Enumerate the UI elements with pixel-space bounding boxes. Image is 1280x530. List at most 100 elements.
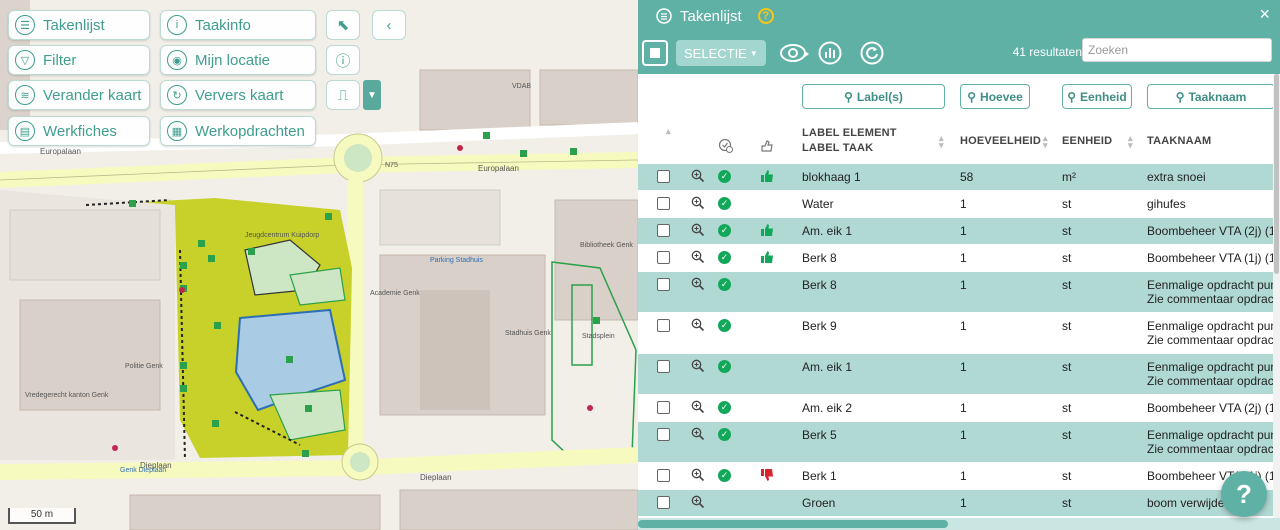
werkfiches-button[interactable]: ▤ Werkfiches: [8, 116, 150, 146]
search-input[interactable]: [1082, 38, 1272, 62]
mijn-locatie-button[interactable]: ◉ Mijn locatie: [160, 45, 316, 75]
thumbs-up-icon: [761, 224, 773, 236]
horizontal-scroll-thumb[interactable]: [638, 520, 948, 528]
verander-kaart-button[interactable]: ≋ Verander kaart: [8, 80, 150, 110]
status-ok-icon: ✓: [718, 170, 731, 183]
row-checkbox[interactable]: [657, 469, 670, 482]
refresh-icon: ↻: [167, 85, 187, 105]
vertical-scroll-thumb[interactable]: [1274, 74, 1279, 274]
pointer-icon: ⬉: [336, 17, 350, 34]
werkopdrachten-button[interactable]: ▦ Werkopdrachten: [160, 116, 316, 146]
filter-taaknaam-button[interactable]: ⚲ Taaknaam: [1147, 84, 1275, 109]
row-checkbox[interactable]: [657, 278, 670, 291]
zoom-to-icon[interactable]: [691, 359, 705, 373]
taakinfo-button[interactable]: i Taakinfo: [160, 10, 316, 40]
close-icon[interactable]: ×: [1259, 4, 1270, 25]
sort-eenheid-icon[interactable]: ▴ ▾: [1128, 134, 1133, 150]
select-pointer-button[interactable]: ⬉: [326, 10, 360, 40]
row-checkbox[interactable]: [657, 197, 670, 210]
filter-hoeveelheid-button[interactable]: ⚲ Hoevee: [960, 84, 1030, 109]
zoom-to-icon[interactable]: [691, 277, 705, 291]
cell-taaknaam-line1: Boombeheer VTA (1j) (1-12: [1147, 251, 1280, 265]
status-ok-icon: ✓: [718, 224, 731, 237]
sort-icon[interactable]: ▴: [666, 127, 671, 136]
square-icon: [650, 48, 660, 58]
sort-hoeveelheid-icon[interactable]: ▴ ▾: [1043, 134, 1048, 150]
filter-labels-button[interactable]: ⚲ Label(s): [802, 84, 945, 109]
cell-taaknaam: extra snoei: [1147, 170, 1206, 184]
row-checkbox[interactable]: [657, 360, 670, 373]
zoom-to-icon[interactable]: [691, 495, 705, 509]
table-row[interactable]: ✓ Berk 9 1 st Eenmalige opdracht pun Zie comm…: [638, 312, 1280, 353]
cell-taaknaam-line1: Boombeheer VTA (2j) (1-12: [1147, 401, 1280, 415]
table-row[interactable]: ✓ blokhaag 1 58 m² extra snoei: [638, 163, 1280, 190]
filter-eenheid-button[interactable]: ⚲ Eenheid: [1062, 84, 1132, 109]
table-row[interactable]: ✓ Berk 5 1 st Eenmalige opdracht pun Zie comm…: [638, 421, 1280, 462]
table-row[interactable]: ✓ Berk 1 1st Boombeheer VTA (1j) (1-12: [638, 462, 1280, 489]
row-checkbox[interactable]: [657, 496, 670, 509]
cell-taaknaam-line2: Zie commentaar opdrach: [1147, 333, 1280, 347]
zoom-to-icon[interactable]: [691, 196, 705, 210]
sort-label-icon[interactable]: ▴ ▾: [939, 134, 944, 150]
table-row[interactable]: ✓ Berk 8 1 st Eenmalige opdracht pun Zie comm…: [638, 271, 1280, 312]
row-checkbox[interactable]: [657, 251, 670, 264]
zoom-to-icon[interactable]: [691, 427, 705, 441]
cell-eenheid: st: [1062, 469, 1072, 483]
cell-taaknaam-line1: Boombeheer VTA (2j) (1-12: [1147, 224, 1280, 238]
filter-button[interactable]: ▽ Filter: [8, 45, 150, 75]
table-row[interactable]: ✓ Berk 8 1 st Boombeheer VTA (1j) (1-12: [638, 244, 1280, 271]
map-label-vredegerecht: Vredegerecht kanton Genk: [25, 392, 109, 399]
zoom-to-icon[interactable]: [691, 250, 705, 264]
row-checkbox[interactable]: [657, 401, 670, 414]
horizontal-scrollbar[interactable]: [638, 518, 1280, 530]
zoom-to-icon[interactable]: [691, 400, 705, 414]
takenlijst-button[interactable]: ☰ Takenlijst: [8, 10, 150, 40]
clipboard-icon: ▦: [167, 121, 187, 141]
zoom-to-icon[interactable]: [691, 169, 705, 183]
ververs-kaart-button[interactable]: ↻ Ververs kaart: [160, 80, 316, 110]
zoom-to-icon[interactable]: [691, 318, 705, 332]
vertical-scrollbar[interactable]: [1273, 74, 1280, 530]
measure-dropdown-button[interactable]: ▼: [363, 80, 381, 110]
info-toggle-button[interactable]: ⓘ: [326, 45, 360, 75]
row-checkbox[interactable]: [657, 224, 670, 237]
location-icon: ◉: [167, 50, 187, 70]
header-eenheid[interactable]: EENHEID: [1062, 118, 1112, 164]
map-view[interactable]: Europalaan Europalaan N75 Dieplaan Diepl…: [0, 0, 638, 530]
chart-icon[interactable]: [818, 41, 842, 65]
cell-taaknaam: Eenmalige opdracht pun Zie commentaar opd…: [1147, 278, 1280, 306]
cell-hoeveelheid: 1: [960, 278, 967, 292]
header-hoeveelheid[interactable]: HOEVEELHEID: [960, 118, 1041, 164]
table-row[interactable]: ✓ Am. eik 2 1 st Boombeheer VTA (2j) (1-12: [638, 394, 1280, 421]
collapse-button[interactable]: ‹: [372, 10, 406, 40]
zoom-to-icon[interactable]: [691, 223, 705, 237]
eye-icon[interactable]: [779, 41, 810, 65]
takenlijst-panel: Takenlijst ? × SELECTIE ▼ 41 resultaten: [638, 0, 1280, 530]
selectie-dropdown[interactable]: SELECTIE ▼: [676, 40, 766, 66]
row-checkbox[interactable]: [657, 170, 670, 183]
header-label-line1: LABEL ELEMENT: [802, 127, 897, 139]
measure-button[interactable]: ⎍: [326, 80, 360, 110]
header-label[interactable]: LABEL ELEMENT LABEL TAAK: [802, 118, 942, 164]
cell-label: Am. eik 1: [802, 224, 853, 238]
help-fab-button[interactable]: ?: [1221, 471, 1267, 517]
cell-taaknaam: boom verwijde: [1147, 496, 1224, 510]
table-row[interactable]: ✓ Am. eik 1 1 st Boombeheer VTA (2j) (1-12: [638, 217, 1280, 244]
zoom-to-icon[interactable]: [691, 468, 705, 482]
table-header: ▴ LABEL ELEMENT LABEL TAAK ▴ ▾ HOEVEELHEID…: [638, 118, 1280, 164]
header-taaknaam[interactable]: TAAKNAAM: [1147, 118, 1211, 164]
filter-labels-label: Label(s): [856, 89, 903, 104]
select-all-button[interactable]: [642, 40, 668, 66]
table-row[interactable]: ✓ Water 1 st gihufes: [638, 190, 1280, 217]
map-label-jeugdcentrum: Jeugdcentrum Kuipdorp: [245, 232, 319, 239]
help-icon[interactable]: ?: [757, 8, 774, 24]
row-checkbox[interactable]: [657, 319, 670, 332]
status-ok-icon: ✓: [718, 428, 731, 441]
info-icon: i: [167, 15, 187, 35]
row-checkbox[interactable]: [657, 428, 670, 441]
werkopdrachten-label: Werkopdrachten: [195, 122, 305, 140]
refresh-icon[interactable]: [860, 41, 884, 65]
table-row[interactable]: ✓ Am. eik 1 1 st Eenmalige opdracht pun Zie c…: [638, 353, 1280, 394]
map-label-n75: N75: [385, 162, 398, 169]
table-row[interactable]: Groen 1 st boom verwijde: [638, 489, 1280, 516]
